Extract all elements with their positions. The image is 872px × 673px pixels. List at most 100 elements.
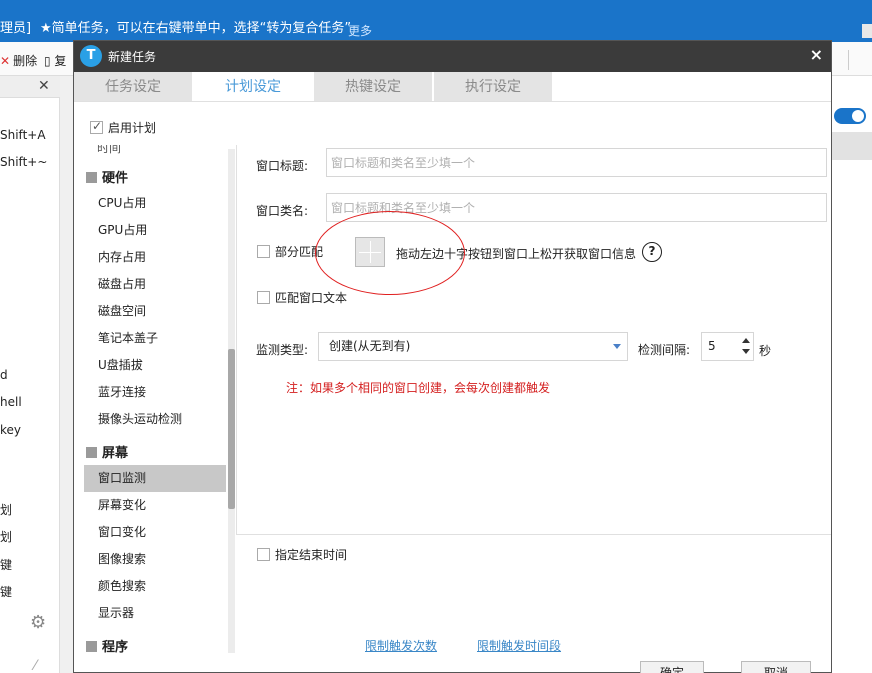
background-toolbar-right-icon[interactable] bbox=[848, 50, 872, 70]
monitor-type-label: 监测类型: bbox=[256, 343, 309, 357]
spin-up-icon[interactable] bbox=[742, 338, 750, 343]
tab-divider bbox=[74, 101, 831, 102]
tab-hotkey-settings[interactable]: 热键设定 bbox=[314, 72, 432, 102]
list-item[interactable]: 图像搜索 bbox=[84, 546, 226, 573]
list-item[interactable]: 笔记本盖子 bbox=[84, 325, 226, 352]
background-delete-label: 删除 bbox=[13, 54, 38, 68]
background-corner-icon bbox=[862, 24, 872, 38]
tab-task-settings[interactable]: 任务设定 bbox=[74, 72, 192, 102]
interval-unit: 秒 bbox=[759, 344, 772, 358]
background-left-panel: ✕ Shift+A Shift+~ d hell key 划 划 键 键 ⚙ ⁄ bbox=[0, 76, 60, 673]
interval-value: 5 bbox=[708, 339, 716, 353]
background-list-item[interactable]: 键 bbox=[0, 583, 12, 600]
list-item[interactable]: 蓝牙连接 bbox=[84, 379, 226, 406]
match-window-text-label: 匹配窗口文本 bbox=[275, 291, 348, 305]
group-program[interactable]: 程序 bbox=[86, 636, 128, 653]
collapse-square-icon bbox=[86, 172, 97, 183]
list-item[interactable]: 屏幕变化 bbox=[84, 492, 226, 519]
window-class-input[interactable] bbox=[326, 193, 827, 222]
background-list-item[interactable]: Shift+~ bbox=[0, 155, 47, 169]
checkbox-icon[interactable] bbox=[257, 291, 270, 304]
background-list-item[interactable]: d bbox=[0, 368, 8, 382]
list-item[interactable]: 窗口变化 bbox=[84, 519, 226, 546]
list-item-cut[interactable]: 时间 bbox=[97, 145, 121, 156]
background-copy-button[interactable]: ▯ 复 bbox=[44, 52, 66, 69]
background-more-link[interactable]: 更多 bbox=[348, 22, 372, 39]
tab-execution-settings[interactable]: 执行设定 bbox=[434, 72, 552, 102]
window-class-label: 窗口类名: bbox=[256, 204, 309, 218]
list-item[interactable]: 颜色搜索 bbox=[84, 573, 226, 600]
background-list-item[interactable]: hell bbox=[0, 395, 22, 409]
interval-label: 检测间隔: bbox=[638, 343, 691, 357]
group-title: 程序 bbox=[102, 640, 129, 653]
partial-match-label: 部分匹配 bbox=[275, 245, 324, 259]
checkbox-icon[interactable] bbox=[257, 245, 270, 258]
interval-stepper[interactable]: 5 bbox=[701, 332, 754, 361]
list-item[interactable]: 磁盘空间 bbox=[84, 298, 226, 325]
monitor-type-value: 创建(从无到有) bbox=[329, 339, 411, 353]
tab-bar: 任务设定 计划设定 热键设定 执行设定 bbox=[74, 72, 831, 102]
group-title: 屏幕 bbox=[102, 446, 129, 461]
cancel-button[interactable]: 取消 bbox=[741, 661, 811, 673]
background-toggle[interactable] bbox=[834, 108, 866, 124]
match-window-text-checkbox[interactable]: 匹配窗口文本 bbox=[257, 289, 347, 306]
list-item[interactable]: U盘插拔 bbox=[84, 352, 226, 379]
ok-button[interactable]: 确定 bbox=[640, 661, 704, 673]
monitor-type-select[interactable]: 创建(从无到有) bbox=[318, 332, 628, 361]
trigger-type-list: 时间 硬件 CPU占用 GPU占用 内存占用 磁盘占用 磁盘空间 笔记本盖子 U… bbox=[82, 145, 235, 653]
background-title-bar: 理员] ★简单任务，可以在右键带单中，选择“转为复合任务” 更多 bbox=[0, 0, 872, 42]
new-task-dialog: T 新建任务 × 任务设定 计划设定 热键设定 执行设定 启用计划 时间 硬件 … bbox=[73, 40, 832, 673]
background-panel-close-icon[interactable]: ✕ bbox=[38, 78, 50, 94]
background-list-item[interactable]: Shift+A bbox=[0, 128, 46, 142]
list-item[interactable]: 摄像头运动检测 bbox=[84, 406, 226, 433]
tab-plan-settings[interactable]: 计划设定 bbox=[194, 72, 312, 102]
background-banner: ★简单任务，可以在右键带单中，选择“转为复合任务” bbox=[40, 21, 352, 36]
background-list-item[interactable]: 划 bbox=[0, 528, 12, 545]
help-icon[interactable]: ? bbox=[642, 242, 662, 262]
chevron-down-icon bbox=[613, 344, 621, 349]
dialog-title-bar: T 新建任务 × bbox=[74, 41, 831, 72]
limit-count-link[interactable]: 限制触发次数 bbox=[365, 637, 437, 654]
end-time-checkbox[interactable]: 指定结束时间 bbox=[257, 546, 347, 563]
drag-hint-text: 拖动左边十字按钮到窗口上松开获取窗口信息 bbox=[396, 247, 637, 261]
group-hardware[interactable]: 硬件 bbox=[86, 167, 128, 186]
background-delete-button[interactable]: ✕ 删除 bbox=[0, 52, 37, 69]
partial-match-checkbox[interactable]: 部分匹配 bbox=[257, 243, 323, 260]
window-title-label: 窗口标题: bbox=[256, 159, 309, 173]
warning-note: 注：如果多个相同的窗口创建，会每次创建都触发 bbox=[286, 381, 551, 395]
list-item[interactable]: 磁盘占用 bbox=[84, 271, 226, 298]
background-list-item[interactable]: 键 bbox=[0, 556, 12, 573]
copy-icon: ▯ bbox=[44, 54, 55, 68]
background-left-header bbox=[0, 76, 60, 98]
enable-plan-label: 启用计划 bbox=[108, 121, 157, 135]
checkbox-icon[interactable] bbox=[257, 548, 270, 561]
list-item[interactable]: 显示器 bbox=[84, 600, 226, 627]
window-title-input[interactable] bbox=[326, 148, 827, 177]
background-title-left: 理员] bbox=[0, 21, 32, 36]
collapse-square-icon bbox=[86, 447, 97, 458]
list-item[interactable]: GPU占用 bbox=[84, 217, 226, 244]
gear-icon[interactable]: ⚙ bbox=[30, 612, 46, 633]
close-icon[interactable]: × bbox=[810, 45, 823, 64]
spin-down-icon[interactable] bbox=[742, 349, 750, 354]
dialog-title: 新建任务 bbox=[108, 50, 157, 64]
list-item-selected[interactable]: 窗口监测 bbox=[84, 465, 226, 492]
delete-icon: ✕ bbox=[0, 54, 11, 68]
collapse-square-icon bbox=[86, 641, 97, 652]
list-item[interactable]: 内存占用 bbox=[84, 244, 226, 271]
list-item[interactable]: CPU占用 bbox=[84, 190, 226, 217]
background-right-panel bbox=[832, 76, 872, 673]
group-screen[interactable]: 屏幕 bbox=[86, 442, 128, 461]
panel-divider bbox=[236, 145, 237, 535]
limit-period-link[interactable]: 限制触发时间段 bbox=[477, 637, 561, 654]
app-logo-icon: T bbox=[80, 45, 102, 67]
background-list-item[interactable]: 划 bbox=[0, 501, 12, 518]
background-list-item[interactable]: key bbox=[0, 423, 21, 437]
group-title: 硬件 bbox=[102, 171, 129, 186]
list-scrollbar[interactable] bbox=[228, 149, 235, 653]
scrollbar-thumb[interactable] bbox=[228, 349, 235, 509]
enable-plan-checkbox[interactable]: 启用计划 bbox=[90, 119, 156, 136]
end-time-label: 指定结束时间 bbox=[275, 548, 348, 562]
checkbox-checked-icon[interactable] bbox=[90, 119, 103, 134]
crosshair-drag-handle[interactable] bbox=[355, 237, 385, 267]
